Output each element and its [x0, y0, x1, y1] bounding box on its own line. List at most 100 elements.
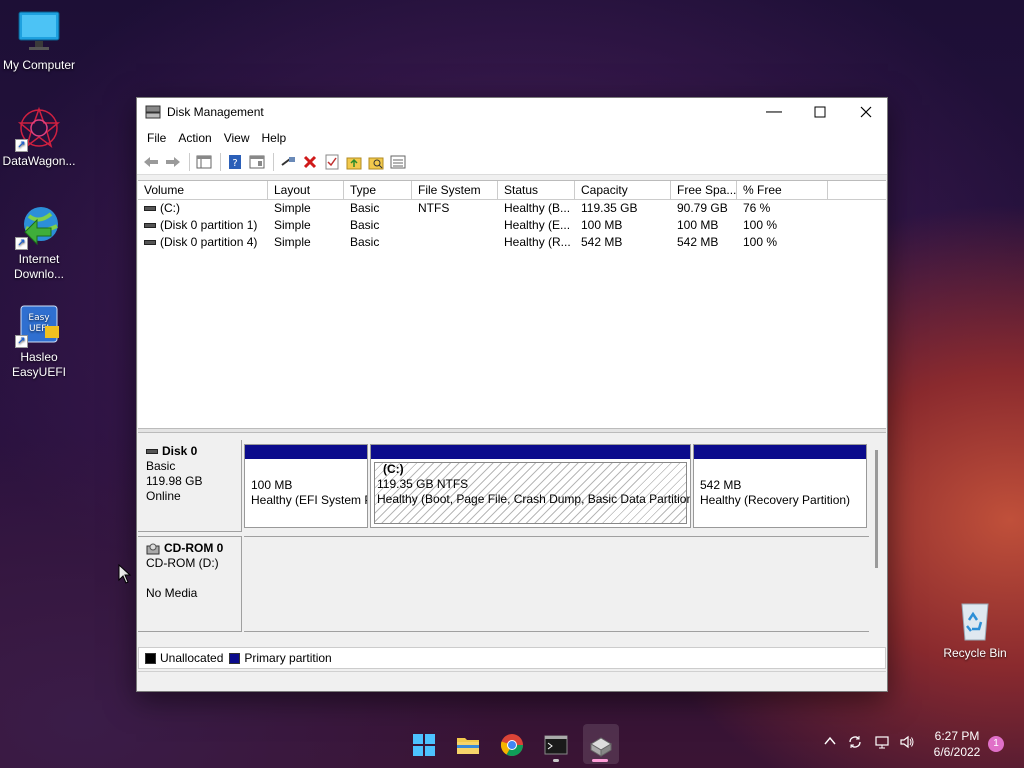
delete-button[interactable]	[300, 152, 320, 172]
desktop-icon-hasleo-easyuefi[interactable]: Easy UEFI ↗ Hasleo EasyUEFI	[1, 302, 77, 380]
legend-unallocated: Unallocated	[145, 651, 223, 665]
cell-layout: Simple	[274, 235, 311, 249]
column-header-volume[interactable]: Volume	[138, 181, 268, 199]
cell-status: Healthy (E...	[504, 218, 571, 232]
chrome-button[interactable]	[499, 732, 525, 758]
maximize-icon	[814, 106, 826, 118]
cdrom-unallocated-area[interactable]	[244, 536, 869, 632]
sync-tray-button[interactable]	[846, 734, 864, 754]
cell-type: Basic	[350, 235, 380, 249]
partition-efi[interactable]: 100 MB Healthy (EFI System P	[244, 444, 368, 528]
primary-partition-bar	[694, 445, 866, 459]
show-hide-console-tree-button[interactable]	[194, 152, 214, 172]
menu-action[interactable]: Action	[172, 131, 217, 145]
search-folder-button[interactable]	[366, 152, 386, 172]
desktop-icon-internet-download[interactable]: ↗ Internet Downlo...	[1, 204, 77, 282]
show-hidden-icons-button[interactable]	[822, 734, 838, 754]
cell-layout: Simple	[274, 201, 311, 215]
properties-icon	[249, 155, 265, 169]
toolbar: ?	[137, 150, 887, 175]
desktop-icon-label: Hasleo EasyUEFI	[11, 350, 66, 379]
desktop-icon-my-computer[interactable]: My Computer	[1, 10, 77, 73]
disk-0-label[interactable]: Disk 0 Basic 119.98 GB Online	[138, 440, 242, 532]
volume-icon	[144, 240, 156, 246]
menu-view[interactable]: View	[218, 131, 256, 145]
column-header-layout[interactable]: Layout	[268, 181, 344, 199]
terminal-icon	[544, 735, 568, 755]
table-row[interactable]: (Disk 0 partition 4) Simple Basic Health…	[138, 234, 886, 251]
cell-volume: (Disk 0 partition 4)	[138, 234, 268, 251]
legend-primary-label: Primary partition	[244, 651, 332, 665]
forward-button[interactable]	[163, 152, 183, 172]
back-button[interactable]	[141, 152, 161, 172]
shortcut-arrow-icon: ↗	[15, 335, 28, 348]
primary-partition-bar	[371, 445, 690, 459]
help-button[interactable]: ?	[225, 152, 245, 172]
column-header-capacity[interactable]: Capacity	[575, 181, 671, 199]
cell-capacity: 100 MB	[581, 218, 623, 232]
recycle-bin-icon	[953, 598, 997, 642]
pane-splitter[interactable]	[138, 428, 886, 433]
volume-name: (Disk 0 partition 1)	[160, 218, 258, 232]
close-button[interactable]	[843, 98, 889, 126]
svg-text:?: ?	[232, 158, 237, 169]
graphical-view-scrollbar[interactable]	[875, 450, 878, 568]
cell-status: Healthy (R...	[504, 235, 571, 249]
network-tray-button[interactable]	[873, 734, 891, 754]
toolbar-separator	[273, 153, 274, 171]
notification-badge[interactable]: 1	[988, 736, 1004, 752]
properties-button[interactable]	[247, 152, 267, 172]
partition-status: Healthy (Recovery Partition)	[700, 493, 851, 507]
partition-recovery[interactable]: 542 MB Healthy (Recovery Partition)	[693, 444, 867, 528]
title-bar[interactable]: Disk Management —	[137, 98, 887, 126]
column-header-free-space[interactable]: Free Spa...	[671, 181, 737, 199]
monitor-icon	[17, 10, 61, 54]
volume-list: Volume Layout Type File System Status Ca…	[138, 180, 886, 428]
partition-c[interactable]: (C:) 119.35 GB NTFS Healthy (Boot, Page …	[370, 444, 691, 528]
checklist-icon	[325, 154, 339, 170]
table-row[interactable]: (Disk 0 partition 1) Simple Basic Health…	[138, 217, 886, 234]
cdrom-media: No Media	[146, 586, 198, 600]
desktop-icon-recycle-bin[interactable]: Recycle Bin	[937, 598, 1013, 661]
disk-0-name: Disk 0	[162, 444, 198, 458]
mouse-cursor-icon	[118, 564, 132, 584]
check-button[interactable]	[322, 152, 342, 172]
disk-management-icon	[145, 105, 161, 119]
partition-size: 542 MB	[700, 478, 742, 492]
windows-logo-icon	[413, 734, 435, 756]
disk-0-type: Basic	[146, 459, 176, 473]
connect-button[interactable]	[278, 152, 298, 172]
forward-arrow-icon	[166, 157, 180, 167]
minimize-button[interactable]: —	[751, 98, 797, 126]
cell-percent-free: 100 %	[743, 218, 778, 232]
start-button[interactable]	[411, 732, 437, 758]
cell-free-space: 542 MB	[677, 235, 719, 249]
menu-file[interactable]: File	[141, 131, 172, 145]
terminal-button[interactable]	[543, 732, 569, 758]
file-explorer-button[interactable]	[455, 732, 481, 758]
list-view-button[interactable]	[388, 152, 408, 172]
column-header-percent-free[interactable]: % Free	[737, 181, 828, 199]
clock-date: 6/6/2022	[933, 745, 981, 759]
maximize-button[interactable]	[797, 98, 843, 126]
shortcut-arrow-icon: ↗	[15, 237, 28, 250]
cell-file-system: NTFS	[418, 201, 450, 215]
disk-management-taskbar-button[interactable]	[588, 732, 614, 758]
connect-icon	[281, 157, 295, 166]
column-header-type[interactable]: Type	[344, 181, 412, 199]
cell-percent-free: 100 %	[743, 235, 778, 249]
cdrom-0-label[interactable]: CD-ROM 0 CD-ROM (D:) No Media	[138, 536, 242, 632]
clock[interactable]: 6:27 PM 6/6/2022	[924, 728, 990, 760]
globe-icon: ↗	[15, 204, 61, 250]
cell-type: Basic	[350, 201, 380, 215]
menu-help[interactable]: Help	[256, 131, 293, 145]
desktop-icon-datawagon[interactable]: ↗ DataWagon...	[1, 106, 77, 169]
legend: Unallocated Primary partition	[138, 647, 886, 669]
table-row[interactable]: (C:) Simple Basic NTFS Healthy (B... 119…	[138, 200, 886, 217]
column-header-file-system[interactable]: File System	[412, 181, 498, 199]
cell-free-space: 90.79 GB	[677, 201, 728, 215]
up-folder-button[interactable]	[344, 152, 364, 172]
volume-tray-button[interactable]	[898, 734, 916, 754]
back-arrow-icon	[144, 157, 158, 167]
column-header-status[interactable]: Status	[498, 181, 575, 199]
